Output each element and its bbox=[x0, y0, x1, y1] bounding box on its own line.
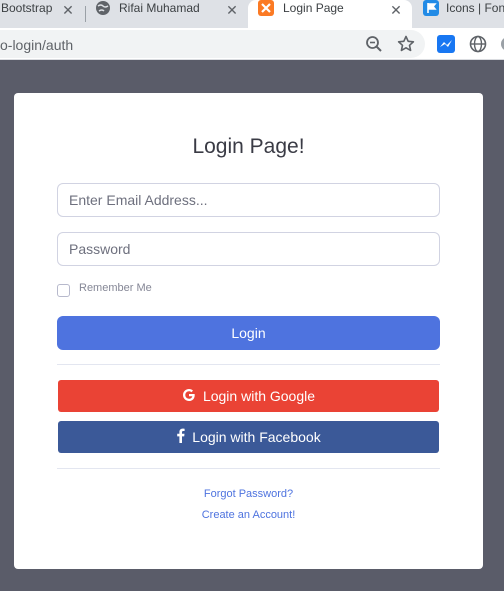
tab-rifai-muhamad[interactable]: Rifai Muhamad ✕ bbox=[86, 0, 246, 28]
flag-icon bbox=[423, 0, 439, 16]
tab-label: Login Page bbox=[283, 1, 344, 15]
extension-icon[interactable] bbox=[498, 34, 504, 54]
email-input[interactable] bbox=[57, 183, 440, 217]
forgot-password-link[interactable]: Forgot Password? bbox=[14, 488, 483, 500]
tab-login-page[interactable]: Login Page ✕ bbox=[248, 0, 412, 28]
tab-icons-font[interactable]: Icons | Font bbox=[414, 0, 504, 28]
page-title: Login Page! bbox=[192, 135, 305, 158]
facebook-icon bbox=[176, 428, 185, 446]
globe-extension-icon[interactable] bbox=[468, 34, 488, 54]
create-account-link[interactable]: Create an Account! bbox=[14, 509, 483, 521]
close-icon[interactable]: ✕ bbox=[61, 3, 75, 17]
login-button[interactable]: Login bbox=[57, 316, 440, 350]
remember-me-checkbox[interactable] bbox=[57, 284, 70, 297]
login-button-label: Login bbox=[231, 325, 266, 341]
google-button-label: Login with Google bbox=[202, 388, 316, 404]
facebook-button-label: Login with Facebook bbox=[192, 429, 321, 445]
close-icon[interactable]: ✕ bbox=[225, 3, 239, 17]
tab-label: Rifai Muhamad bbox=[119, 1, 200, 15]
remember-me-label[interactable]: Remember Me bbox=[79, 282, 152, 294]
url-text[interactable]: o-login/auth bbox=[0, 37, 73, 53]
divider bbox=[57, 468, 440, 469]
close-icon[interactable]: ✕ bbox=[389, 3, 403, 17]
xampp-icon bbox=[258, 0, 274, 16]
messenger-extension-icon[interactable] bbox=[436, 34, 456, 54]
browser-toolbar: o-login/auth bbox=[0, 28, 504, 60]
password-input[interactable] bbox=[57, 232, 440, 266]
bookmark-star-icon[interactable] bbox=[396, 34, 416, 54]
zoom-out-icon[interactable] bbox=[364, 34, 384, 54]
google-icon bbox=[182, 388, 196, 405]
login-with-facebook-button[interactable]: Login with Facebook bbox=[58, 421, 439, 453]
login-card: Login Page! Remember Me Login Login with… bbox=[14, 93, 483, 569]
tab-bootstrap[interactable]: Bootstrap ✕ bbox=[0, 0, 84, 28]
tab-label: Bootstrap bbox=[1, 1, 53, 15]
login-with-google-button[interactable]: Login with Google bbox=[58, 380, 439, 412]
tab-label: Icons | Font bbox=[446, 1, 504, 15]
divider bbox=[57, 364, 440, 365]
browser-tab-strip: Bootstrap ✕ Rifai Muhamad ✕ Login Page ✕… bbox=[0, 0, 504, 28]
globe-icon bbox=[95, 0, 111, 16]
address-bar[interactable]: o-login/auth bbox=[0, 30, 425, 58]
